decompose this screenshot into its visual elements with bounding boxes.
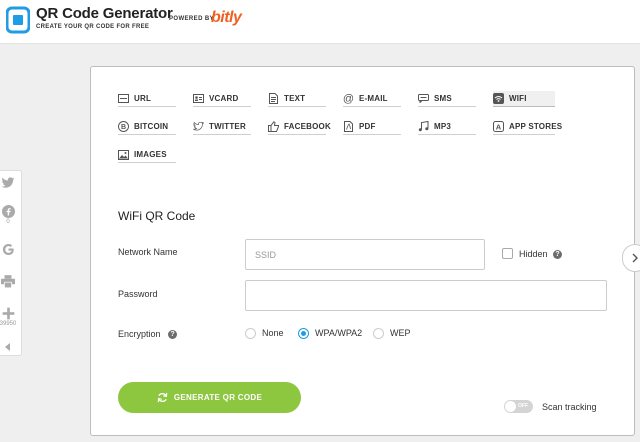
plus-icon (2, 307, 14, 320)
qr-type-twitter[interactable]: TWITTER (193, 119, 251, 135)
qr-type-wifi[interactable]: WIFI (493, 91, 555, 107)
text-icon (268, 93, 279, 104)
encryption-wep-radio[interactable] (373, 328, 384, 339)
network-name-input[interactable] (245, 239, 485, 270)
print-icon (1, 275, 15, 288)
password-input[interactable] (245, 280, 607, 311)
share-collapse[interactable] (0, 343, 21, 351)
image-icon (118, 149, 129, 160)
qr-type-app-stores[interactable]: A APP STORES (493, 119, 562, 135)
encryption-wpa-label: WPA/WPA2 (315, 328, 363, 338)
form-title: WiFi QR Code (118, 209, 196, 223)
scan-tracking-label: Scan tracking (542, 402, 597, 412)
powered-by-label: POWERED BY (169, 16, 215, 22)
pdf-icon (343, 121, 354, 132)
next-slide-button[interactable] (622, 244, 640, 272)
hidden-checkbox[interactable] (502, 248, 513, 259)
share-sidebar: 0 39950 (0, 170, 22, 356)
encryption-wpa-radio[interactable] (298, 328, 309, 339)
qr-type-bitcoin[interactable]: B BITCOIN (118, 119, 176, 135)
qr-type-vcard[interactable]: VCARD (193, 91, 251, 107)
thumbs-up-icon (268, 121, 279, 132)
share-facebook[interactable]: 0 (0, 205, 21, 225)
toggle-knob (505, 401, 516, 412)
encryption-label: Encryption (118, 329, 161, 339)
bitly-logo[interactable]: bitly (211, 9, 242, 27)
share-print[interactable] (0, 275, 21, 288)
vcard-icon (193, 93, 204, 104)
facebook-icon (1, 205, 15, 218)
qr-logo-icon[interactable] (6, 5, 30, 35)
share-twitter[interactable] (0, 177, 21, 189)
generate-qr-code-button[interactable]: GENERATE QR CODE (118, 382, 301, 413)
qr-type-text[interactable]: TEXT (268, 91, 326, 107)
twitter-icon (1, 177, 15, 188)
qr-type-sms[interactable]: SMS (418, 91, 476, 107)
hidden-help-icon[interactable]: ? (553, 250, 562, 259)
chevron-right-icon (632, 253, 638, 263)
brand-subtitle: CREATE YOUR QR CODE FOR FREE (36, 24, 150, 30)
share-google[interactable] (0, 243, 21, 256)
qr-type-facebook[interactable]: FACEBOOK (268, 119, 331, 135)
encryption-help-icon[interactable]: ? (168, 330, 177, 339)
scan-tracking-toggle[interactable]: OFF (504, 400, 533, 413)
network-name-label: Network Name (118, 247, 178, 257)
collapse-arrow-icon (5, 343, 10, 351)
svg-text:A: A (496, 122, 502, 131)
facebook-share-count: 0 (6, 219, 10, 225)
encryption-none-label: None (262, 328, 284, 338)
svg-text:B: B (121, 124, 126, 131)
google-icon (2, 243, 14, 256)
app-store-icon: A (493, 121, 504, 132)
qr-type-email[interactable]: @ E-MAIL (343, 91, 401, 107)
sms-icon (418, 93, 429, 104)
total-share-count: 39950 (0, 321, 17, 327)
refresh-icon (157, 392, 168, 403)
generator-card: URL VCARD TEXT @ E-MAIL SMS WIFI B BITCO… (90, 66, 635, 436)
url-icon (118, 93, 129, 104)
twitter-icon (193, 121, 204, 132)
toggle-state-label: OFF (518, 403, 528, 409)
encryption-none-radio[interactable] (245, 328, 256, 339)
at-icon: @ (342, 92, 355, 105)
share-more[interactable]: 39950 (0, 307, 21, 327)
bitcoin-icon: B (118, 121, 129, 132)
generate-label: GENERATE QR CODE (173, 393, 263, 402)
qr-type-mp3[interactable]: MP3 (418, 119, 476, 135)
qr-type-images[interactable]: IMAGES (118, 147, 176, 163)
brand-title[interactable]: QR Code Generator (36, 5, 173, 22)
music-icon (418, 121, 429, 132)
hidden-label: Hidden (519, 249, 548, 259)
qr-type-url[interactable]: URL (118, 91, 176, 107)
qr-type-pdf[interactable]: PDF (343, 119, 401, 135)
wifi-icon (493, 93, 504, 104)
top-bar: QR Code Generator CREATE YOUR QR CODE FO… (0, 0, 640, 44)
encryption-wep-label: WEP (390, 328, 411, 338)
password-label: Password (118, 289, 158, 299)
